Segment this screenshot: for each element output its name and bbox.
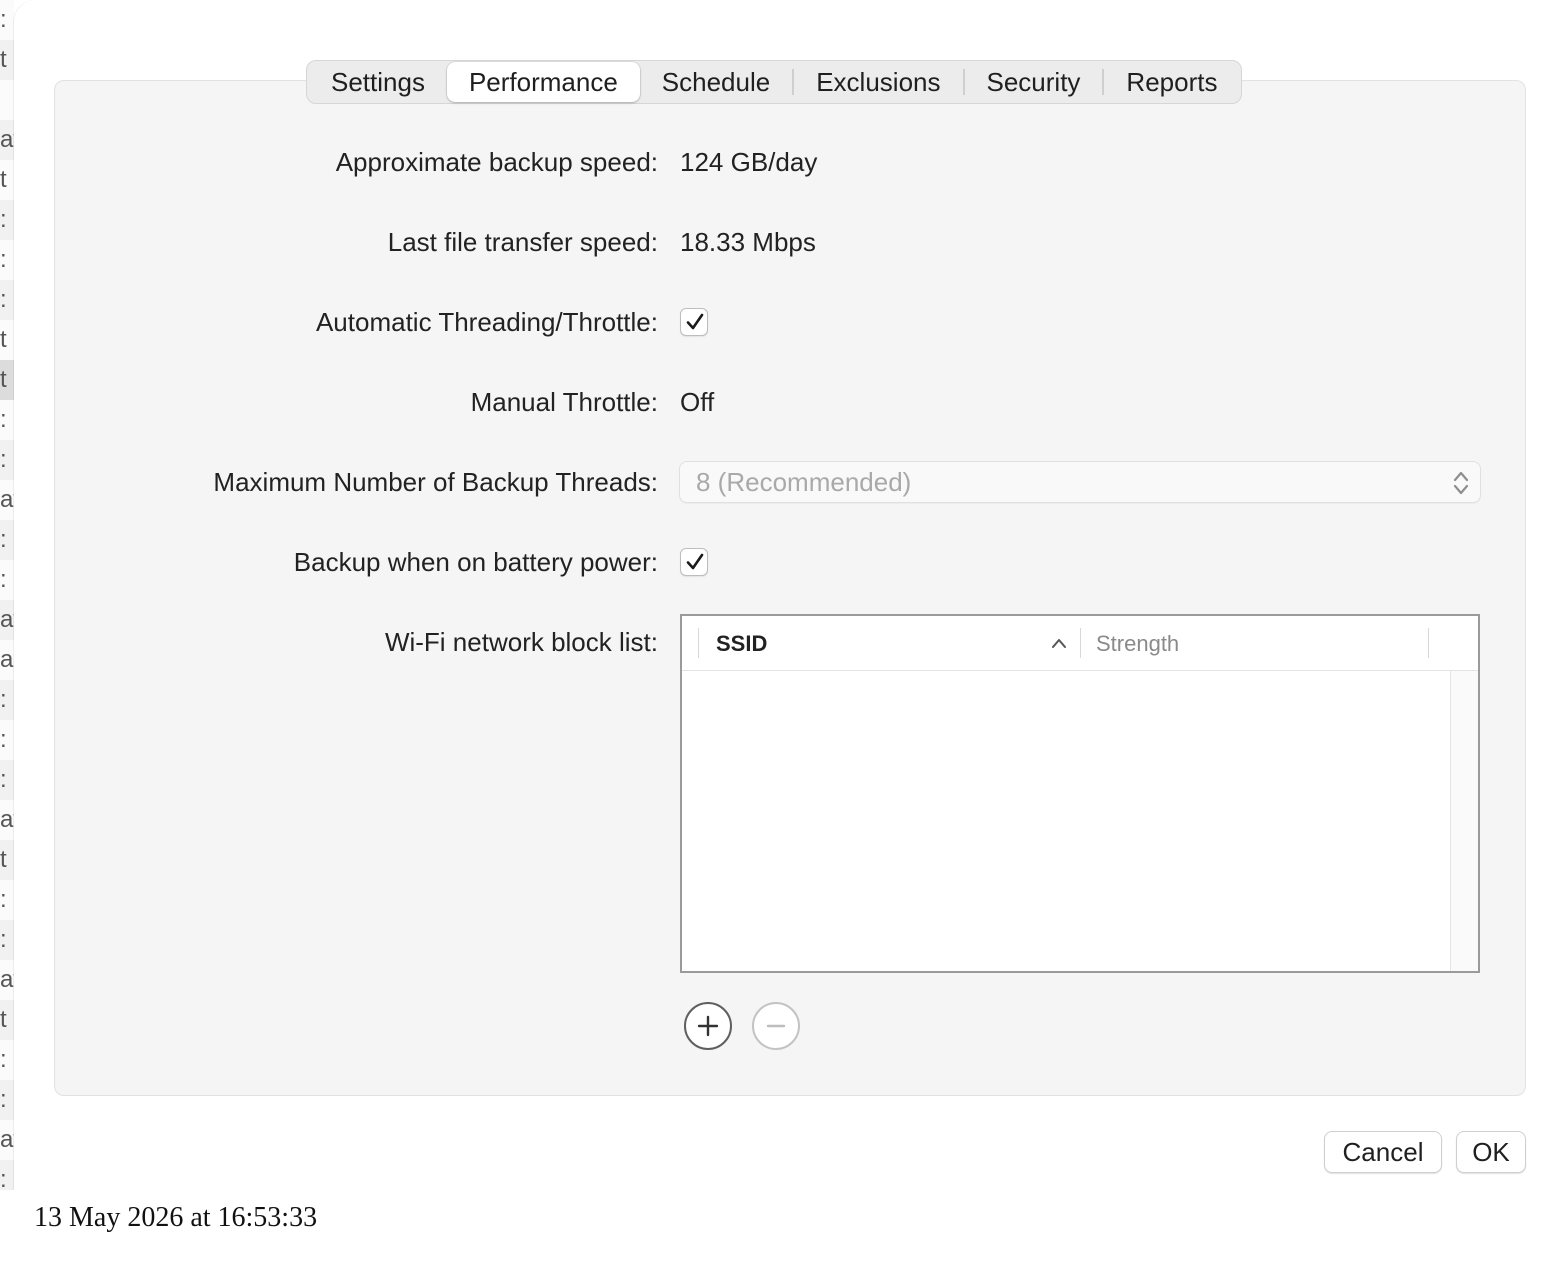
- chevron-up-down-icon: [1453, 471, 1469, 495]
- background-list-row: : 1: [0, 760, 14, 800]
- tab-reports[interactable]: Reports: [1104, 62, 1239, 102]
- remove-network-button[interactable]: [752, 1002, 800, 1050]
- wifi-block-list-table[interactable]: SSID Strength: [680, 614, 1480, 973]
- manual-throttle-value: Off: [680, 387, 715, 417]
- background-list-row: : 1: [0, 6, 14, 33]
- max-threads-select[interactable]: 8 (Recommended): [679, 461, 1481, 503]
- tab-performance[interactable]: Performance: [446, 62, 640, 102]
- tab-settings[interactable]: Settings: [309, 62, 447, 102]
- background-list-row: : 1: [0, 280, 14, 320]
- tab-schedule[interactable]: Schedule: [640, 62, 792, 102]
- tab-bar: Settings Performance Schedule Exclusions…: [306, 60, 1243, 104]
- column-header-strength[interactable]: Strength: [1096, 616, 1179, 671]
- background-list-row: : 1: [0, 920, 14, 960]
- max-threads-label: Maximum Number of Backup Threads:: [213, 467, 658, 497]
- screenshot-timestamp: 13 May 2026 at 16:53:33: [34, 1202, 318, 1233]
- add-network-button[interactable]: [684, 1002, 732, 1050]
- background-list-row: : (: [0, 406, 14, 433]
- background-list-row: a: [0, 646, 14, 673]
- background-list-row: at: [0, 966, 14, 993]
- max-threads-selected-value: 8 (Recommended): [696, 467, 912, 497]
- background-list-row: at: [0, 1126, 14, 1153]
- checkmark-icon: [686, 553, 704, 570]
- background-list-row: : 1: [0, 520, 14, 560]
- ok-button[interactable]: OK: [1456, 1131, 1526, 1173]
- chevron-up-icon[interactable]: [1050, 636, 1068, 650]
- background-list-row: t: [0, 40, 14, 80]
- background-list-row: t: [0, 326, 7, 353]
- auto-threading-checkbox[interactable]: [680, 308, 708, 336]
- tab-exclusions[interactable]: Exclusions: [794, 62, 962, 102]
- cancel-button[interactable]: Cancel: [1324, 1131, 1442, 1173]
- background-window-strip: : 1tatt: 1: 1: 1tt: (: 1at: 1: 1ata: 1: …: [0, 0, 14, 1190]
- background-list-row: : 1: [0, 246, 14, 273]
- tab-security[interactable]: Security: [965, 62, 1103, 102]
- manual-throttle-label: Manual Throttle:: [470, 387, 658, 417]
- battery-backup-label: Backup when on battery power:: [293, 547, 658, 577]
- background-list-row: : 1: [0, 1160, 14, 1190]
- column-divider: [1080, 628, 1081, 658]
- wifi-block-list-label: Wi-Fi network block list:: [384, 627, 658, 657]
- transfer-speed-label: Last file transfer speed:: [387, 227, 658, 257]
- backup-speed-value: 124 GB/day: [680, 147, 818, 177]
- backup-speed-label: Approximate backup speed:: [335, 147, 658, 177]
- background-list-row: t: [0, 840, 14, 880]
- checkmark-icon: [686, 313, 704, 330]
- column-divider: [698, 628, 699, 658]
- background-list-row: : 1: [0, 680, 14, 720]
- background-list-row: : 1: [0, 200, 14, 240]
- background-list-row: : 1: [0, 1080, 14, 1120]
- column-divider: [1428, 628, 1429, 658]
- transfer-speed-value: 18.33 Mbps: [680, 227, 816, 257]
- background-list-row: t: [0, 1000, 14, 1040]
- background-list-row: at: [0, 486, 14, 513]
- column-header-ssid[interactable]: SSID: [716, 616, 767, 671]
- background-list-row: : 1: [0, 886, 14, 913]
- auto-threading-label: Automatic Threading/Throttle:: [315, 307, 658, 337]
- table-header: SSID Strength: [682, 616, 1478, 671]
- minus-icon: [766, 1024, 786, 1028]
- table-scrollbar[interactable]: [1450, 671, 1478, 971]
- background-list-row: : 1: [0, 566, 14, 593]
- background-list-row: [0, 80, 14, 120]
- plus-icon: [697, 1015, 719, 1037]
- background-list-row: : 1: [0, 1046, 14, 1073]
- background-list-row: : 1: [0, 726, 14, 753]
- background-list-row: t: [0, 360, 14, 400]
- background-list-row: at: [0, 120, 14, 160]
- background-list-row: at: [0, 600, 14, 640]
- background-list-row: t: [0, 166, 7, 193]
- battery-backup-checkbox[interactable]: [680, 548, 708, 576]
- background-list-row: at: [0, 806, 14, 833]
- background-list-row: : 1: [0, 440, 14, 480]
